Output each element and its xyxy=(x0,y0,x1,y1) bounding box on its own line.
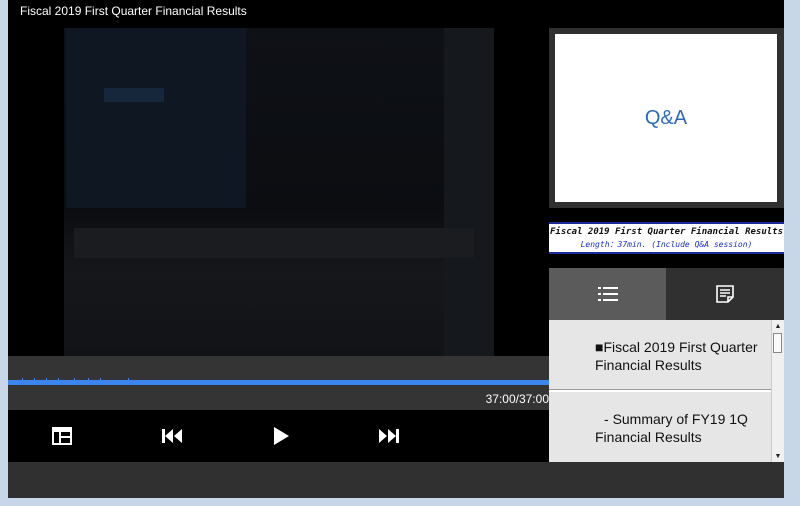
list-item[interactable]: - Summary of FY19 1Q Financial Results xyxy=(549,392,771,462)
video-curtain-shape xyxy=(444,28,494,356)
chapter-label: Fiscal 2019 First Quarter Financial Resu… xyxy=(595,339,758,373)
notes-icon xyxy=(716,285,734,303)
video-area[interactable] xyxy=(8,28,549,356)
video-frame xyxy=(64,28,494,356)
scroll-up-arrow-icon[interactable]: ▲ xyxy=(772,320,784,332)
seek-bar[interactable] xyxy=(8,380,549,385)
list-icon xyxy=(597,287,618,301)
banner-subtitle: Length：37min. (Include Q&A session) xyxy=(580,240,753,249)
list-item[interactable]: ■Fiscal 2019 First Quarter Financial Res… xyxy=(549,320,771,390)
layout-icon xyxy=(52,427,72,445)
tab-chapter-list[interactable] xyxy=(549,268,666,320)
panel-tabs xyxy=(549,268,784,320)
list-scrollbar[interactable]: ▲ ▼ xyxy=(771,320,784,462)
scroll-down-arrow-icon[interactable]: ▼ xyxy=(772,450,784,462)
scrollbar-thumb[interactable] xyxy=(773,333,782,353)
slide-view[interactable]: Q&A xyxy=(555,34,777,202)
slide-panel: Q&A xyxy=(549,28,784,208)
bottom-bar xyxy=(8,462,784,498)
video-screen-text-shape xyxy=(104,88,164,102)
progress-area: 37:00/37:00 xyxy=(8,356,549,410)
slide-text: Q&A xyxy=(644,106,688,129)
play-icon xyxy=(274,427,289,445)
layout-button[interactable] xyxy=(40,410,84,462)
time-display: 37:00/37:00 xyxy=(485,392,549,406)
skip-next-icon xyxy=(379,429,399,443)
video-screen-shape xyxy=(66,28,246,208)
control-bar xyxy=(8,410,549,462)
seek-bar-fill xyxy=(8,380,549,385)
next-button[interactable] xyxy=(367,410,411,462)
chapter-label: Summary of FY19 1Q Financial Results xyxy=(595,411,748,445)
chapter-bullet: - xyxy=(604,411,609,427)
play-button[interactable] xyxy=(259,410,303,462)
title-banner: Fiscal 2019 First Quarter Financial Resu… xyxy=(549,222,784,254)
skip-previous-icon xyxy=(162,429,182,443)
chapter-list: ■Fiscal 2019 First Quarter Financial Res… xyxy=(549,320,784,462)
player-window: Fiscal 2019 First Quarter Financial Resu… xyxy=(8,0,784,498)
window-title: Fiscal 2019 First Quarter Financial Resu… xyxy=(20,4,247,18)
banner-title: Fiscal 2019 First Quarter Financial Resu… xyxy=(550,227,783,237)
tab-notes[interactable] xyxy=(666,268,784,320)
previous-button[interactable] xyxy=(150,410,194,462)
video-table-shape xyxy=(74,228,474,258)
